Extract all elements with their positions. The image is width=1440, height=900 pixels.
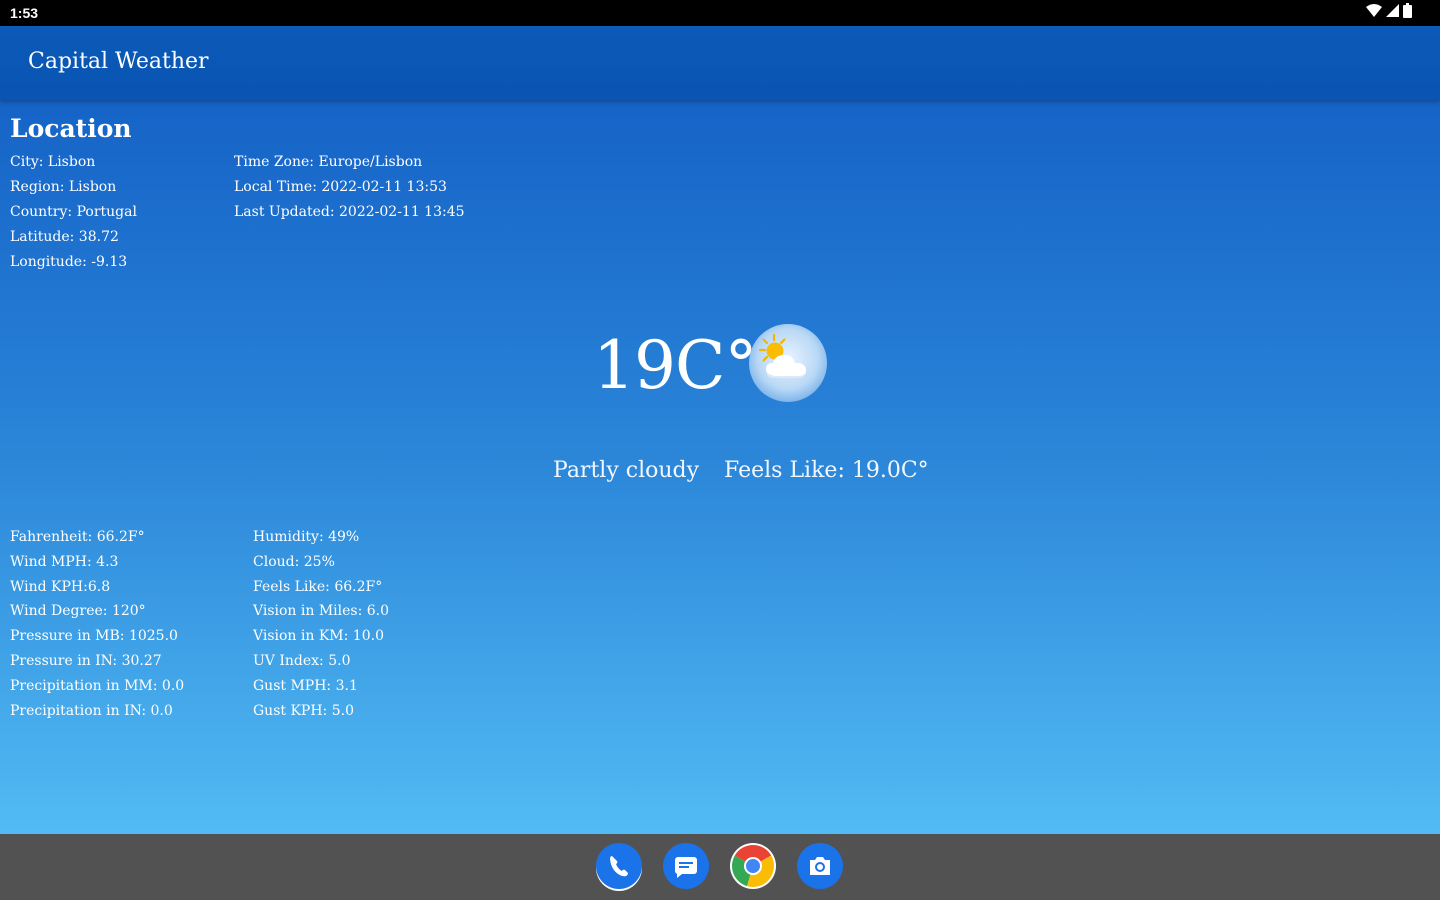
phone-app-button[interactable] <box>596 843 642 893</box>
app-title: Capital Weather <box>28 49 209 74</box>
chrome-icon <box>730 843 776 893</box>
current-temperature: 19C° <box>593 327 757 404</box>
wifi-icon <box>1366 3 1382 23</box>
condition-text: Partly cloudy <box>553 458 700 483</box>
location-details-left: City: Lisbon Region: Lisbon Country: Por… <box>10 150 137 275</box>
latitude-label: Latitude: 38.72 <box>10 229 119 245</box>
app-bar: Capital Weather <box>0 26 1440 100</box>
uv-index-stat: UV Index: 5.0 <box>253 652 351 669</box>
location-details-right: Time Zone: Europe/Lisbon Local Time: 202… <box>234 150 465 225</box>
phone-icon <box>596 843 642 893</box>
precip-in-stat: Precipitation in IN: 0.0 <box>10 702 173 719</box>
weather-stats-right: Humidity: 49% Cloud: 25% Feels Like: 66.… <box>253 525 389 723</box>
longitude-label: Longitude: -9.13 <box>10 254 128 270</box>
signal-icon <box>1386 4 1399 22</box>
location-heading: Location <box>10 114 132 143</box>
messages-icon <box>663 843 709 893</box>
status-bar: 1:53 <box>0 0 1440 26</box>
camera-icon <box>797 843 843 893</box>
vision-miles-stat: Vision in Miles: 6.0 <box>253 603 390 620</box>
app-dock <box>596 843 843 893</box>
dock-bar <box>0 834 1440 900</box>
local-time-label: Local Time: 2022-02-11 13:53 <box>234 179 447 195</box>
partly-cloudy-icon <box>748 323 828 403</box>
status-time: 1:53 <box>10 5 39 21</box>
wind-degree-stat: Wind Degree: 120° <box>10 603 146 620</box>
gust-kph-stat: Gust KPH: 5.0 <box>253 702 354 719</box>
weather-stats-left: Fahrenheit: 66.2F° Wind MPH: 4.3 Wind KP… <box>10 525 184 723</box>
gust-mph-stat: Gust MPH: 3.1 <box>253 677 358 694</box>
timezone-label: Time Zone: Europe/Lisbon <box>234 154 423 170</box>
camera-app-button[interactable] <box>797 843 843 893</box>
precip-mm-stat: Precipitation in MM: 0.0 <box>10 677 185 694</box>
country-label: Country: Portugal <box>10 204 137 220</box>
feels-like-celsius: Feels Like: 19.0C° <box>724 458 929 483</box>
weather-content: Location City: Lisbon Region: Lisbon Cou… <box>0 100 1440 834</box>
condition-line: Partly cloudy Feels Like: 19.0C° <box>553 458 929 483</box>
pressure-in-stat: Pressure in IN: 30.27 <box>10 652 162 669</box>
battery-icon <box>1403 3 1412 23</box>
messages-app-button[interactable] <box>663 843 709 893</box>
vision-km-stat: Vision in KM: 10.0 <box>253 628 384 645</box>
pressure-mb-stat: Pressure in MB: 1025.0 <box>10 628 178 645</box>
humidity-stat: Humidity: 49% <box>253 529 360 545</box>
fahrenheit-stat: Fahrenheit: 66.2F° <box>10 529 145 545</box>
last-updated-label: Last Updated: 2022-02-11 13:45 <box>234 204 465 220</box>
feels-like-f-stat: Feels Like: 66.2F° <box>253 578 383 595</box>
city-label: City: Lisbon <box>10 154 96 170</box>
chrome-app-button[interactable] <box>730 843 776 893</box>
cloud-stat: Cloud: 25% <box>253 553 335 570</box>
wind-kph-stat: Wind KPH:6.8 <box>10 578 111 595</box>
wind-mph-stat: Wind MPH: 4.3 <box>10 553 119 570</box>
status-icons <box>1366 3 1412 23</box>
region-label: Region: Lisbon <box>10 179 117 195</box>
